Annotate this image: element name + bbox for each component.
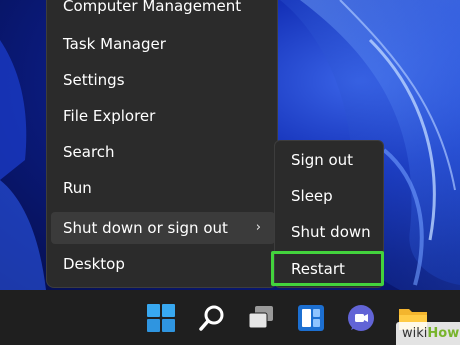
submenu-item-label: Shut down (291, 223, 371, 241)
windows-start-icon[interactable] (147, 304, 175, 336)
menu-item-label: Settings (63, 71, 125, 89)
menu-item-settings[interactable]: Settings (51, 64, 275, 96)
menu-item-shut-down-or-sign-out[interactable]: Shut down or sign out › (51, 212, 275, 244)
submenu-item-label: Sleep (291, 187, 333, 205)
teams-chat-icon[interactable] (347, 304, 375, 336)
menu-item-label: Search (63, 143, 115, 161)
restart-highlight-box (271, 251, 384, 286)
watermark-text: wiki (402, 326, 428, 341)
search-icon[interactable] (198, 304, 226, 336)
wikihow-watermark: wikiHow (396, 322, 460, 345)
submenu-item-sign-out[interactable]: Sign out (279, 144, 379, 176)
submenu-item-label: Sign out (291, 151, 354, 169)
menu-item-desktop[interactable]: Desktop (51, 248, 275, 280)
menu-item-file-explorer[interactable]: File Explorer (51, 100, 275, 132)
menu-item-computer-management[interactable]: Computer Management (51, 0, 275, 22)
context-menu: Computer Management Task Manager Setting… (46, 0, 278, 288)
menu-item-label: Computer Management (63, 0, 242, 15)
submenu-item-sleep[interactable]: Sleep (279, 180, 379, 212)
menu-item-run[interactable]: Run (51, 172, 275, 204)
menu-item-label: Desktop (63, 255, 125, 273)
chevron-right-icon: › (255, 220, 261, 235)
submenu-item-shut-down[interactable]: Shut down (279, 216, 379, 248)
menu-item-label: File Explorer (63, 107, 156, 125)
menu-item-label: Shut down or sign out (63, 219, 228, 237)
menu-item-task-manager[interactable]: Task Manager (51, 28, 275, 60)
widgets-icon[interactable] (297, 304, 325, 336)
task-view-icon[interactable] (247, 304, 275, 336)
menu-item-search[interactable]: Search (51, 136, 275, 168)
menu-item-label: Run (63, 179, 92, 197)
menu-item-label: Task Manager (63, 35, 166, 53)
watermark-brand: How (427, 326, 460, 341)
taskbar (0, 290, 460, 345)
